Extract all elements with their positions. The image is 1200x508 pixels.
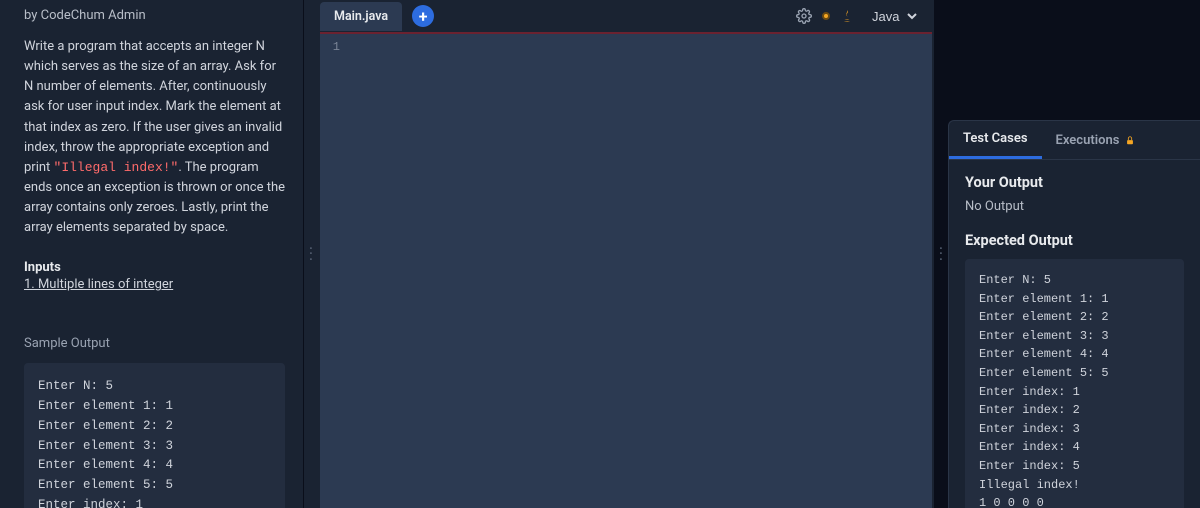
- your-output-heading: Your Output: [965, 174, 1184, 191]
- java-icon: [840, 9, 854, 23]
- tab-test-cases[interactable]: Test Cases: [949, 121, 1042, 159]
- your-output-text: No Output: [965, 199, 1184, 214]
- tab-executions[interactable]: Executions: [1042, 121, 1150, 159]
- expected-output-block: Enter N: 5 Enter element 1: 1 Enter elem…: [965, 259, 1184, 508]
- problem-description: Write a program that accepts an integer …: [24, 37, 285, 238]
- language-select[interactable]: Java: [864, 6, 920, 27]
- problem-author: by CodeChum Admin: [24, 8, 285, 23]
- problem-panel[interactable]: by CodeChum Admin Write a program that a…: [0, 0, 304, 508]
- code-textarea[interactable]: [348, 34, 932, 508]
- inputs-spec: 1. Multiple lines of integer: [24, 277, 285, 292]
- expected-output-heading: Expected Output: [965, 232, 1184, 249]
- sample-output-heading: Sample Output: [24, 336, 285, 351]
- drag-dots-icon: ···: [309, 246, 313, 263]
- tab-executions-label: Executions: [1056, 133, 1120, 148]
- gear-icon[interactable]: [796, 8, 812, 24]
- editor-tab-bar: Main.java + Java: [318, 0, 934, 32]
- code-editor[interactable]: 1: [320, 32, 932, 508]
- output-tabs: Test Cases Executions: [949, 121, 1200, 160]
- problem-text-pre: Write a program that accepts an integer …: [24, 39, 282, 175]
- file-tab-main[interactable]: Main.java: [320, 2, 402, 31]
- editor-area: Main.java + Java 1: [318, 0, 934, 508]
- editor-gutter: 1: [320, 34, 348, 508]
- drag-dots-icon: ···: [939, 246, 943, 263]
- lock-icon: [1125, 135, 1135, 146]
- inline-code-illegal: "Illegal index!": [54, 160, 179, 175]
- sample-output-block: Enter N: 5 Enter element 1: 1 Enter elem…: [24, 363, 285, 508]
- add-tab-button[interactable]: +: [412, 5, 434, 27]
- panel-resize-handle-right[interactable]: ···: [934, 0, 948, 508]
- inputs-heading: Inputs: [24, 260, 285, 275]
- panel-resize-handle-left[interactable]: ···: [304, 0, 318, 508]
- output-body[interactable]: Your Output No Output Expected Output En…: [949, 160, 1200, 508]
- output-panel: Test Cases Executions Your Output No Out…: [948, 120, 1200, 508]
- unsaved-indicator-icon: [822, 12, 830, 20]
